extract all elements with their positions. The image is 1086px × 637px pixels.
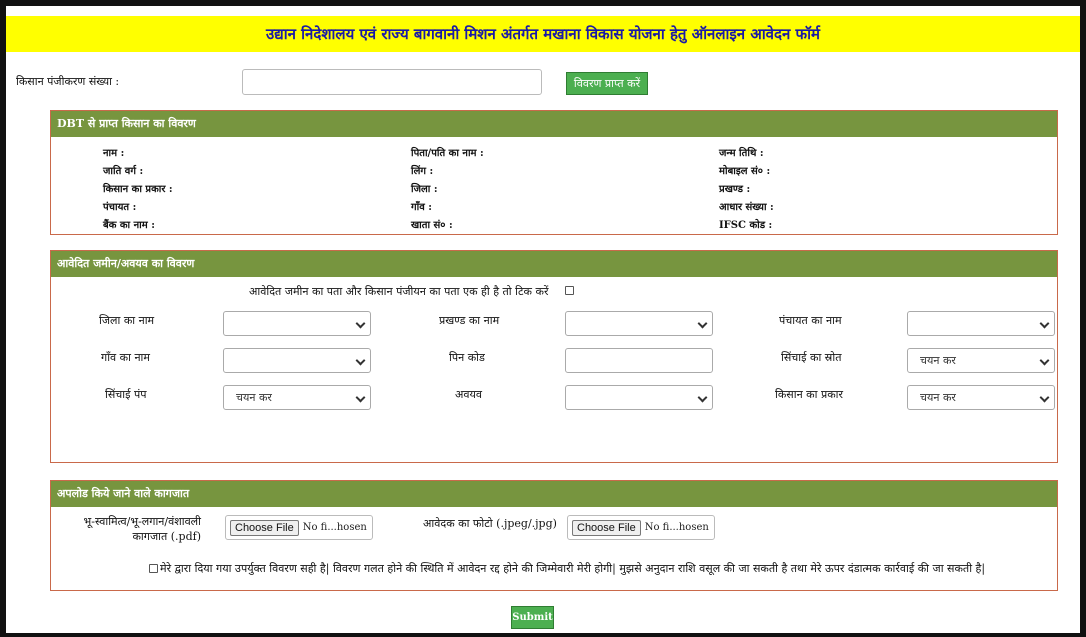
panchayat-name-label: पंचायत का नाम [779,314,842,327]
irrigation-pump-value: चयन कर [236,391,272,404]
aadhaar-label: आधार संख्या : [719,202,774,213]
land-document-label-line-2: कागजात (.pdf) [132,530,201,543]
dbt-details-heading: DBT से प्राप्त किसान का विवरण [51,111,1057,137]
block-name-label: प्रखण्ड का नाम [439,314,500,327]
irrigation-source-value: चयन कर [920,354,956,367]
declaration-text: मेरे द्वारा दिया गया उपर्युक्त विवरण सही… [160,562,986,575]
pincode-input[interactable] [565,348,713,373]
same-address-label: आवेदित जमीन का पता और किसान पंजीयन का पत… [249,285,549,298]
bank-name-label: बैंक का नाम : [103,220,155,231]
land-document-choose-file-button[interactable]: Choose File [230,519,299,536]
declaration-row: मेरे द्वारा दिया गया उपर्युक्त विवरण सही… [149,561,985,576]
irrigation-pump-label: सिंचाई पंप [105,388,147,401]
panchayat-select[interactable] [907,311,1055,336]
photo-label: आवेदक का फोटो (.jpeg/.jpg) [423,517,557,530]
pincode-label: पिन कोड [449,351,485,364]
dob-label: जन्म तिथि : [719,148,764,159]
panchayat-label: पंचायत : [103,202,137,213]
district-name-label: जिला का नाम [99,314,155,327]
chevron-down-icon [1039,318,1050,329]
caste-category-label: जाति वर्ग : [103,166,144,177]
component-select[interactable] [565,385,713,410]
land-document-file-status: No fi...hosen [302,522,367,533]
registration-label: किसान पंजीकरण संख्या : [16,75,120,88]
chevron-down-icon [355,318,366,329]
submit-button[interactable]: Submit [511,606,554,629]
application-page: उद्यान निदेशालय एवं राज्य बागवानी मिशन अ… [6,6,1080,633]
photo-file-status: No fi...hosen [644,522,709,533]
chevron-down-icon [1039,392,1050,403]
farmer-type-label: किसान का प्रकार : [103,184,173,195]
photo-file-input[interactable]: Choose File No fi...hosen [567,515,715,540]
village-name-label: गाँव का नाम [101,351,150,364]
land-document-label-line-1: भू-स्वामित्व/भू-लगान/वंशावली [83,515,202,528]
mobile-label: मोबाइल सं० : [719,166,771,177]
same-address-checkbox[interactable] [565,286,574,295]
village-label: गाँव : [411,202,432,213]
chevron-down-icon [697,392,708,403]
farmer-type-value: चयन कर [920,391,956,404]
block-select[interactable] [565,311,713,336]
documents-heading: अपलोड किये जाने वाले कागजात [51,481,1057,507]
irrigation-pump-select[interactable]: चयन कर [223,385,371,410]
district-select[interactable] [223,311,371,336]
village-select[interactable] [223,348,371,373]
component-label: अवयव [455,388,483,401]
block-label: प्रखण्ड : [719,184,751,195]
page-title: उद्यान निदेशालय एवं राज्य बागवानी मिशन अ… [6,16,1080,52]
district-label: जिला : [411,184,438,195]
farmer-type-field-label: किसान का प्रकार [775,388,844,401]
chevron-down-icon [355,392,366,403]
father-name-label: पिता/पति का नाम : [411,148,484,159]
account-number-label: खाता सं० : [411,220,453,231]
chevron-down-icon [1039,355,1050,366]
farmer-name-label: नाम : [103,148,125,159]
land-document-file-input[interactable]: Choose File No fi...hosen [225,515,373,540]
registration-number-input[interactable] [242,69,542,95]
farmer-type-select[interactable]: चयन कर [907,385,1055,410]
declaration-checkbox[interactable] [149,564,158,573]
fetch-details-button[interactable]: विवरण प्राप्त करें [566,72,648,95]
dbt-details-panel: DBT से प्राप्त किसान का विवरण नाम : पिता… [50,110,1058,235]
land-details-panel: आवेदित जमीन/अवयव का विवरण आवेदित जमीन का… [50,250,1058,463]
chevron-down-icon [355,355,366,366]
land-document-label: भू-स्वामित्व/भू-लगान/वंशावली कागजात (.pd… [81,514,202,544]
irrigation-source-select[interactable]: चयन कर [907,348,1055,373]
photo-choose-file-button[interactable]: Choose File [572,519,641,536]
gender-label: लिंग : [411,166,434,177]
ifsc-label: IFSC कोड : [719,220,773,231]
land-details-heading: आवेदित जमीन/अवयव का विवरण [51,251,1057,277]
documents-panel: अपलोड किये जाने वाले कागजात भू-स्वामित्व… [50,480,1058,591]
irrigation-source-label: सिंचाई का स्रोत [781,351,842,364]
chevron-down-icon [697,318,708,329]
